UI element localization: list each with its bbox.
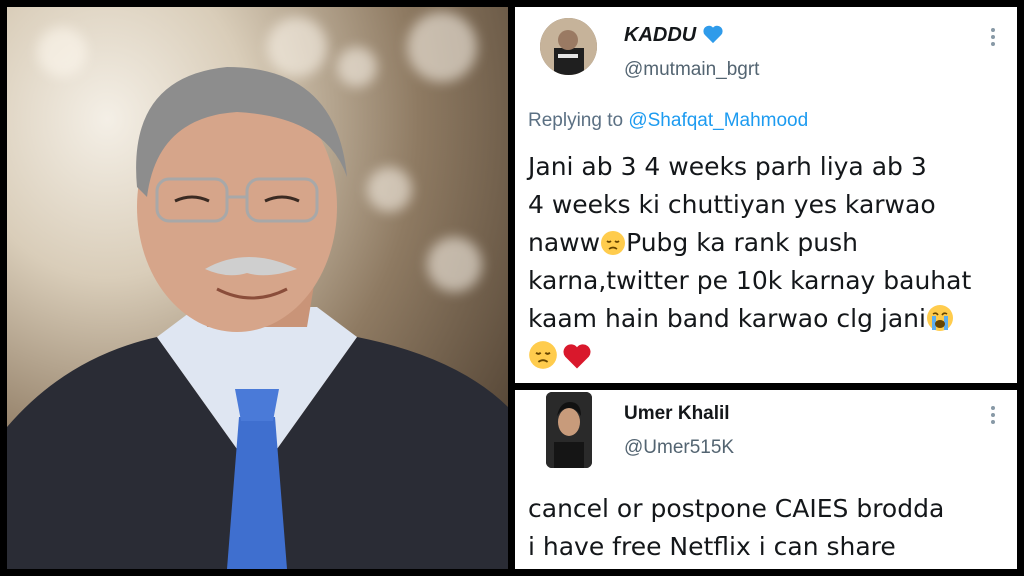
display-name[interactable]: Umer Khalil (624, 403, 730, 425)
pensive-face-emoji (529, 341, 557, 369)
replying-prefix: Replying to (528, 110, 624, 131)
tweet-line: Jani ab 3 4 weeks parh liya ab 3 (528, 152, 927, 181)
more-options-icon[interactable] (990, 28, 996, 49)
avatar[interactable] (540, 18, 597, 75)
tweet-line-part: naww (528, 228, 601, 257)
blue-heart-icon (703, 25, 723, 44)
loudly-crying-face-emoji (926, 305, 953, 331)
tweet-line: naww Pubg ka rank push (528, 224, 971, 262)
tweet-line-part: kaam hain band karwao clg jani (528, 304, 926, 333)
tweet-text: cancel or postpone CAIES brodda i have f… (528, 490, 944, 566)
tweet-line: 4 weeks ki chuttiyan yes karwao (528, 190, 936, 219)
tweet-line: i have free Netflix i can share (528, 532, 896, 561)
portrait-illustration (7, 67, 508, 569)
user-handle[interactable]: @mutmain_bgrt (624, 59, 759, 81)
avatar[interactable] (546, 392, 592, 468)
display-name[interactable]: KADDU (624, 24, 724, 47)
replying-to: Replying to @Shafqat_Mahmood (528, 110, 808, 132)
tweet-line: cancel or postpone CAIES brodda (528, 494, 945, 523)
tweet-text: Jani ab 3 4 weeks parh liya ab 3 4 weeks… (528, 148, 971, 376)
user-handle[interactable]: @Umer515K (624, 437, 734, 459)
tweet-card-umer[interactable]: Umer Khalil @Umer515K cancel or postpone… (515, 390, 1017, 569)
pensive-face-emoji (601, 231, 626, 255)
tweet-line: karna,twitter pe 10k karnay bauhat (528, 266, 972, 295)
tweet-card-kaddu[interactable]: KADDU @mutmain_bgrt Replying to @Shafqat… (515, 7, 1017, 383)
red-heart-emoji (563, 344, 591, 369)
tweet-line (528, 338, 971, 376)
tweet-line-part: Pubg ka rank push (626, 228, 858, 257)
tweet-line: kaam hain band karwao clg jani (528, 300, 971, 338)
more-options-icon[interactable] (990, 406, 996, 427)
mention-link[interactable]: @Shafqat_Mahmood (628, 110, 808, 131)
portrait-photo (7, 7, 508, 569)
